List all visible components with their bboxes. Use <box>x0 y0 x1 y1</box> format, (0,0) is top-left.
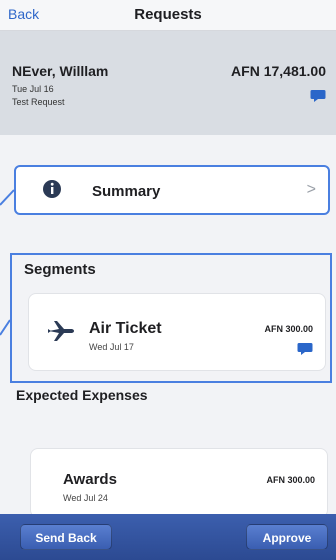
request-date: Tue Jul 16 <box>12 84 54 94</box>
segments-title: Segments <box>24 261 96 278</box>
expense-amount: AFN 300.00 <box>266 475 315 485</box>
request-note: Test Request <box>12 97 65 107</box>
info-icon <box>42 179 62 204</box>
request-header: NEver, Willlam AFN 17,481.00 Tue Jul 16 … <box>0 31 336 135</box>
approve-button[interactable]: Approve <box>246 524 328 550</box>
request-amount: AFN 17,481.00 <box>231 63 326 79</box>
segment-card-air-ticket[interactable]: Air Ticket Wed Jul 17 AFN 300.00 <box>28 293 326 371</box>
chevron-right-icon: > <box>306 181 316 198</box>
page-title: Requests <box>134 6 202 23</box>
airplane-icon <box>47 320 75 347</box>
summary-row[interactable]: Summary > <box>14 165 330 215</box>
summary-label: Summary <box>92 183 161 200</box>
action-toolbar: Send Back Approve <box>0 514 336 560</box>
segments-section: Segments Air Ticket Wed Jul 17 AFN 300.0… <box>10 253 332 383</box>
segment-amount: AFN 300.00 <box>264 324 313 334</box>
chat-bubble-icon[interactable] <box>297 342 313 361</box>
send-back-button[interactable]: Send Back <box>20 524 112 550</box>
segment-name: Air Ticket <box>89 320 162 337</box>
expense-card-awards[interactable]: Awards Wed Jul 24 AFN 300.00 <box>30 448 328 518</box>
requester-name: NEver, Willlam <box>12 63 109 79</box>
expected-expenses-title: Expected Expenses <box>16 387 148 403</box>
expense-date: Wed Jul 24 <box>63 493 108 503</box>
expense-name: Awards <box>63 471 117 488</box>
segment-date: Wed Jul 17 <box>89 342 134 352</box>
nav-bar: Back Requests <box>0 0 336 31</box>
chat-bubble-icon[interactable] <box>310 89 326 108</box>
